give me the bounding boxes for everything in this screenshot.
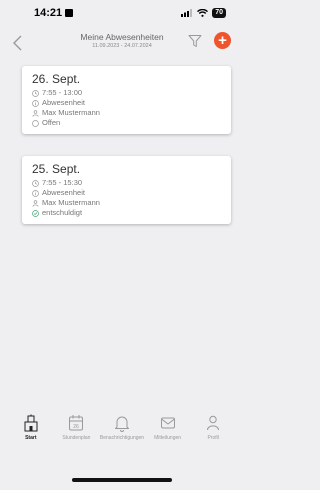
nav-item-profil[interactable]: Profil (191, 414, 235, 441)
battery-icon: 70 (212, 8, 226, 18)
check-circle-icon (32, 209, 39, 217)
absence-person: Max Mustermann (42, 198, 100, 207)
absence-type: Abwesenheit (42, 188, 85, 197)
absence-time-row: 7:55 - 15:30 (32, 178, 221, 188)
person-icon (32, 109, 39, 117)
bottom-nav: Start 26 Stundenplan Benachrichtigungen … (0, 414, 244, 450)
header: Meine Abwesenheiten 11.09.2023 - 24.07.2… (0, 28, 244, 62)
nav-item-start[interactable]: Start (9, 414, 53, 441)
absence-status: entschuldigt (42, 208, 83, 217)
signal-icon (181, 9, 193, 17)
absence-person-row: Max Mustermann (32, 198, 221, 208)
absence-time-row: 7:55 - 13:00 (32, 88, 221, 98)
status-indicators: 70 (181, 8, 226, 18)
absence-date: 25. Sept. (32, 162, 81, 176)
absence-status-row: Offen (32, 118, 221, 128)
absence-person: Max Mustermann (42, 108, 100, 117)
absence-type-row: Abwesenheit (32, 188, 221, 198)
absence-card[interactable]: 25. Sept. 7:55 - 15:30 Abwesenheit Max M… (22, 156, 231, 224)
focus-icon (65, 9, 74, 17)
nav-label: Profil (207, 435, 219, 441)
svg-text:26: 26 (74, 424, 80, 430)
person-icon (32, 199, 39, 207)
home-indicator (72, 478, 172, 482)
nav-label: Start (25, 435, 37, 441)
absence-card[interactable]: 26. Sept. 7:55 - 13:00 Abwesenheit Max M… (22, 66, 231, 134)
absence-type-row: Abwesenheit (32, 98, 221, 108)
home-icon (24, 414, 38, 432)
mail-icon (160, 417, 175, 429)
person-icon (207, 415, 220, 431)
status-time: 14:21 (34, 7, 74, 19)
nav-label: Mitteilungen (154, 435, 182, 441)
wifi-icon (197, 9, 209, 17)
add-button[interactable]: + (214, 32, 231, 49)
calendar-icon: 26 (69, 415, 84, 431)
open-circle-icon (32, 119, 39, 127)
nav-label: Stundenplan (62, 435, 91, 441)
info-icon (32, 189, 39, 197)
info-icon (32, 99, 39, 107)
absence-type: Abwesenheit (42, 98, 85, 107)
absence-time: 7:55 - 13:00 (42, 88, 83, 97)
bell-icon (114, 416, 129, 432)
date-range: 11.09.2023 - 24.07.2024 (92, 43, 152, 49)
back-chevron-icon[interactable] (10, 33, 26, 53)
status-bar: 14:21 70 (0, 0, 244, 26)
nav-item-benachrichtigungen[interactable]: Benachrichtigungen (100, 414, 144, 441)
absence-time: 7:55 - 15:30 (42, 178, 83, 187)
header-titles: Meine Abwesenheiten 11.09.2023 - 24.07.2… (60, 32, 184, 50)
clock-icon (32, 89, 39, 97)
clock-icon (32, 179, 39, 187)
nav-item-mitteilungen[interactable]: Mitteilungen (146, 414, 190, 441)
filter-icon[interactable] (188, 34, 202, 48)
absence-date: 26. Sept. (32, 72, 81, 86)
time-text: 14:21 (34, 7, 63, 19)
nav-label: Benachrichtigungen (99, 435, 145, 441)
page-title: Meine Abwesenheiten (80, 32, 164, 42)
absence-status: Offen (42, 118, 61, 127)
nav-item-stundenplan[interactable]: 26 Stundenplan (54, 414, 98, 441)
absence-status-row: entschuldigt (32, 208, 221, 218)
absence-person-row: Max Mustermann (32, 108, 221, 118)
